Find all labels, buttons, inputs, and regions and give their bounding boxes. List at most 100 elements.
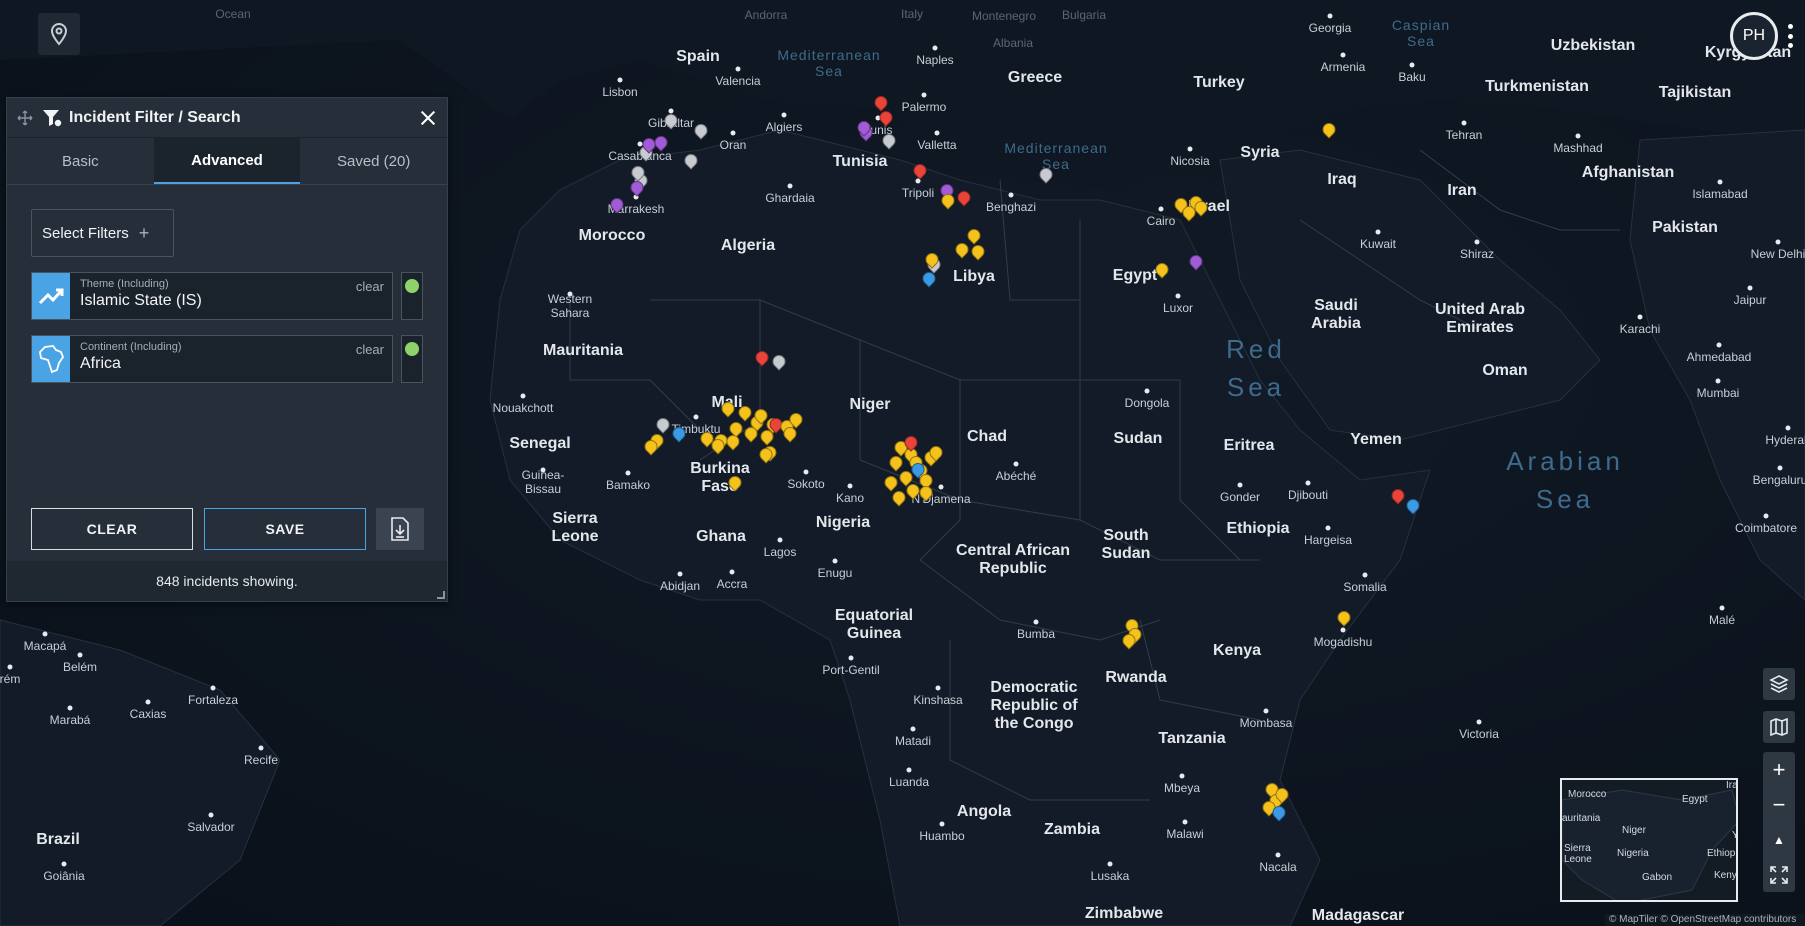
user-avatar[interactable]: PH [1730, 12, 1778, 60]
incident-marker[interactable] [760, 448, 771, 462]
close-icon[interactable] [419, 109, 437, 127]
incident-marker[interactable] [712, 439, 723, 453]
layers-button[interactable] [1763, 668, 1795, 700]
clear-filter-link[interactable]: clear [356, 279, 384, 294]
incident-marker[interactable] [673, 427, 684, 441]
incident-marker[interactable] [893, 491, 904, 505]
incident-marker[interactable] [755, 409, 766, 423]
incident-marker[interactable] [1273, 806, 1284, 820]
incident-marker[interactable] [701, 432, 712, 446]
tab-basic[interactable]: Basic [7, 138, 154, 184]
panel-header[interactable]: Incident Filter / Search [7, 98, 447, 138]
select-filters-button[interactable]: Select Filters + [31, 209, 174, 257]
export-button[interactable] [376, 508, 424, 550]
zoom-out-button[interactable]: − [1763, 787, 1795, 822]
user-initials: PH [1742, 27, 1766, 44]
tab-advanced[interactable]: Advanced [153, 138, 301, 184]
city-dot [1362, 572, 1368, 578]
save-button[interactable]: SAVE [204, 508, 366, 550]
incident-marker[interactable] [907, 484, 918, 498]
overview-minimap[interactable]: Morocco Egypt Ira auritania Niger Y Sierra Leo… [1560, 778, 1738, 902]
incident-marker[interactable] [1190, 255, 1201, 269]
fullscreen-button[interactable] [1763, 857, 1795, 892]
incident-marker[interactable] [773, 355, 784, 369]
incident-marker[interactable] [875, 96, 886, 110]
incident-marker[interactable] [1392, 489, 1403, 503]
incident-marker[interactable] [1338, 611, 1349, 625]
incident-marker[interactable] [1195, 201, 1206, 215]
incident-marker[interactable] [729, 476, 740, 490]
incident-marker[interactable] [685, 154, 696, 168]
move-handle-icon[interactable] [17, 110, 33, 126]
incident-marker[interactable] [956, 243, 967, 257]
incident-marker[interactable] [1407, 499, 1418, 513]
incident-marker[interactable] [883, 134, 894, 148]
city-dot [938, 484, 944, 490]
incident-marker[interactable] [1323, 123, 1334, 137]
incident-marker[interactable] [665, 114, 676, 128]
incident-marker[interactable] [968, 229, 979, 243]
city-dot [42, 631, 48, 637]
locate-map-button[interactable] [38, 13, 80, 55]
incident-marker[interactable] [942, 194, 953, 208]
incident-marker[interactable] [920, 486, 931, 500]
incident-marker[interactable] [958, 191, 969, 205]
incident-marker[interactable] [905, 436, 916, 450]
compass-icon[interactable]: ▲ [1763, 822, 1795, 857]
filter-toggle-continent[interactable] [401, 335, 423, 383]
incident-marker[interactable] [770, 418, 781, 432]
city-dot [781, 112, 787, 118]
incident-marker[interactable] [657, 418, 668, 432]
incident-marker[interactable] [880, 111, 891, 125]
tab-saved[interactable]: Saved (20) [300, 138, 447, 184]
city-dot [67, 705, 73, 711]
incident-marker[interactable] [890, 456, 901, 470]
city-dot [1327, 13, 1333, 19]
incident-marker[interactable] [643, 138, 654, 152]
incident-marker[interactable] [790, 413, 801, 427]
city-dot [1305, 480, 1311, 486]
filter-tabs: Basic Advanced Saved (20) [7, 138, 447, 185]
basemap-button[interactable] [1763, 711, 1795, 743]
incident-marker[interactable] [923, 272, 934, 286]
city-dot [1008, 192, 1014, 198]
filter-toggle-theme[interactable] [401, 272, 423, 320]
incident-marker[interactable] [972, 245, 983, 259]
filter-chip-continent[interactable]: Continent (Including) Africa clear [31, 335, 393, 383]
incident-marker[interactable] [727, 435, 738, 449]
incident-marker[interactable] [784, 427, 795, 441]
resize-handle-icon[interactable] [437, 591, 445, 599]
incident-marker[interactable] [655, 136, 666, 150]
more-menu-icon[interactable] [1787, 24, 1793, 48]
incident-marker[interactable] [722, 402, 733, 416]
clear-button[interactable]: CLEAR [31, 508, 193, 550]
incident-marker[interactable] [914, 164, 925, 178]
incident-marker[interactable] [912, 463, 923, 477]
incident-marker[interactable] [885, 476, 896, 490]
incident-marker[interactable] [761, 430, 772, 444]
zoom-in-button[interactable]: + [1763, 752, 1795, 787]
incident-marker[interactable] [611, 198, 622, 212]
incident-marker[interactable] [631, 181, 642, 195]
filter-chip-theme[interactable]: Theme (Including) Islamic State (IS) cle… [31, 272, 393, 320]
city-dot [729, 569, 735, 575]
incident-marker[interactable] [930, 446, 941, 460]
incident-marker[interactable] [1040, 168, 1051, 182]
incident-marker[interactable] [739, 406, 750, 420]
africa-icon [32, 336, 70, 382]
incident-marker[interactable] [632, 166, 643, 180]
incident-marker[interactable] [900, 471, 911, 485]
incident-marker[interactable] [1123, 634, 1134, 648]
incident-marker[interactable] [858, 121, 869, 135]
incident-marker[interactable] [1156, 263, 1167, 277]
city-dot [847, 483, 853, 489]
incident-marker[interactable] [926, 253, 937, 267]
incident-marker[interactable] [1183, 206, 1194, 220]
incident-marker[interactable] [695, 124, 706, 138]
incident-marker[interactable] [1276, 788, 1287, 802]
incident-marker[interactable] [756, 351, 767, 365]
incident-marker[interactable] [645, 440, 656, 454]
city-dot [1144, 388, 1150, 394]
clear-filter-link[interactable]: clear [356, 342, 384, 357]
incident-marker[interactable] [745, 427, 756, 441]
